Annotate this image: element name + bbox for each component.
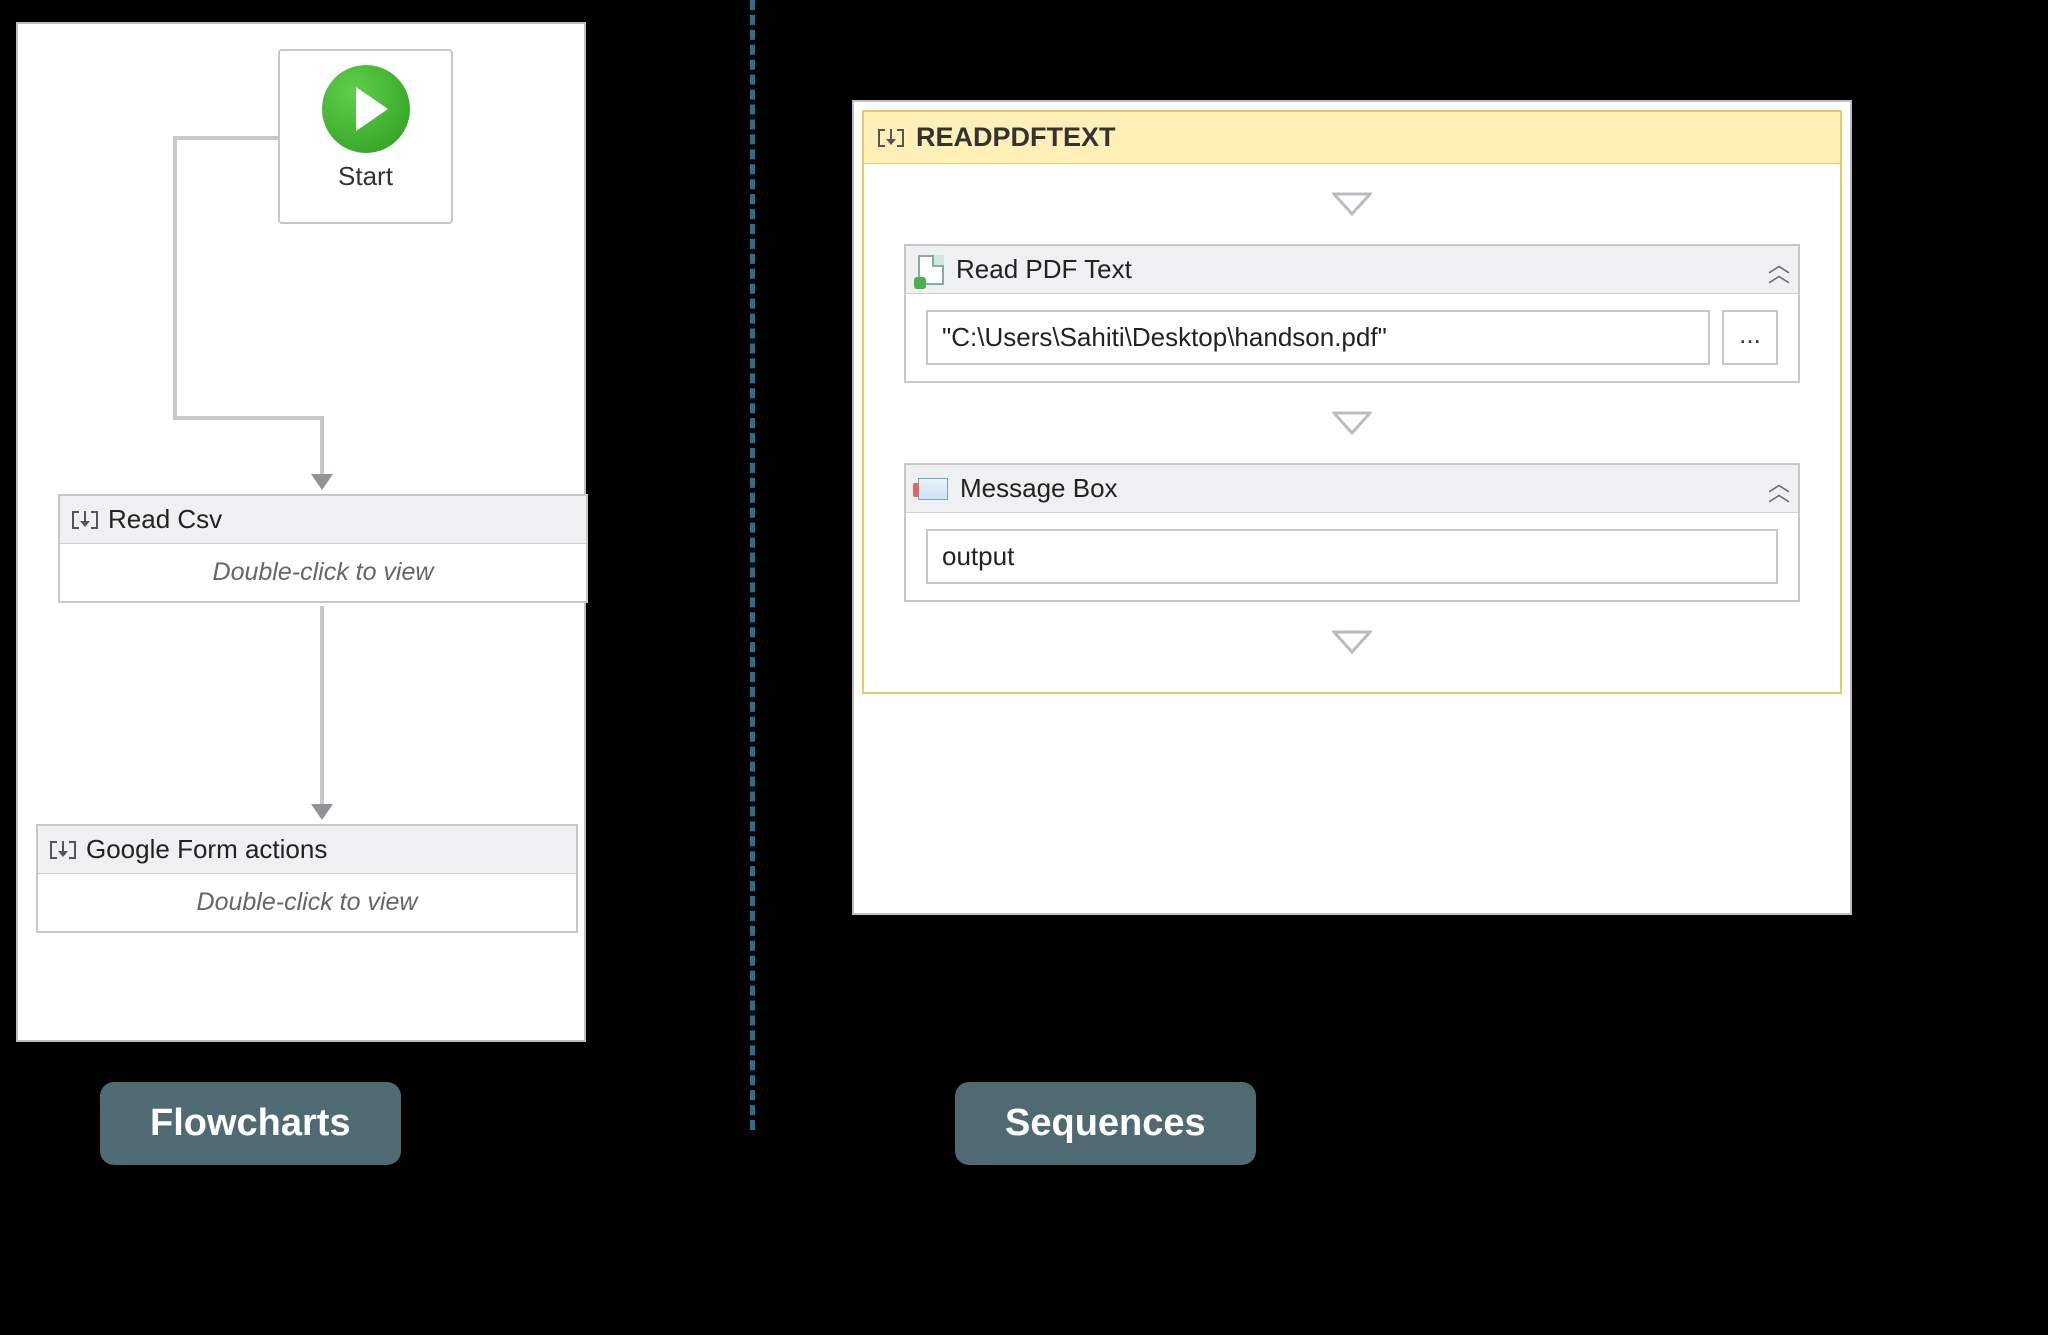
- message-input[interactable]: output: [926, 529, 1778, 584]
- activity-title: Read Csv: [108, 504, 222, 535]
- sequence-icon: [878, 125, 904, 151]
- activity-header: Message Box ︿︿: [906, 465, 1798, 513]
- connector: [320, 416, 324, 476]
- arrowhead-icon: [311, 804, 333, 820]
- sequence-title: READPDFTEXT: [916, 122, 1116, 153]
- vertical-divider: [750, 0, 755, 1130]
- activity-body: "C:\Users\Sahiti\Desktop\handson.pdf" ..…: [906, 294, 1798, 381]
- connector: [173, 416, 320, 420]
- connector: [173, 136, 278, 140]
- start-label: Start: [280, 161, 451, 192]
- activity-title: Google Form actions: [86, 834, 327, 865]
- browse-button[interactable]: ...: [1722, 310, 1778, 365]
- document-icon: [918, 255, 944, 285]
- label-sequences: Sequences: [955, 1082, 1256, 1165]
- play-icon: [322, 65, 410, 153]
- sequence-icon: [50, 837, 76, 863]
- start-node[interactable]: Start: [278, 49, 453, 224]
- activity-hint: Double-click to view: [38, 874, 576, 931]
- label-flowcharts: Flowcharts: [100, 1082, 401, 1165]
- collapse-icon[interactable]: ︿︿: [1768, 479, 1786, 499]
- activity-read-csv[interactable]: Read Csv Double-click to view: [58, 494, 588, 603]
- activity-message-box[interactable]: Message Box ︿︿ output: [904, 463, 1800, 602]
- flowchart-panel: Start Read Csv Double-click to view Goog…: [16, 22, 586, 1042]
- sequence-panel: READPDFTEXT Read PDF Text ︿︿ "C:\Users\S…: [852, 100, 1852, 915]
- activity-header: Google Form actions: [38, 826, 576, 874]
- spacer: [864, 682, 1840, 692]
- collapse-icon[interactable]: ︿︿: [1768, 260, 1786, 280]
- activity-google-form[interactable]: Google Form actions Double-click to view: [36, 824, 578, 933]
- activity-header: Read PDF Text ︿︿: [906, 246, 1798, 294]
- file-path-input[interactable]: "C:\Users\Sahiti\Desktop\handson.pdf": [926, 310, 1710, 365]
- activity-header: Read Csv: [60, 496, 586, 544]
- connector: [173, 136, 177, 416]
- drop-indicator-icon[interactable]: [1332, 630, 1372, 654]
- activity-body: output: [906, 513, 1798, 600]
- activity-read-pdf-text[interactable]: Read PDF Text ︿︿ "C:\Users\Sahiti\Deskto…: [904, 244, 1800, 383]
- sequence-icon: [72, 507, 98, 533]
- drop-indicator-icon[interactable]: [1332, 192, 1372, 216]
- sequence-title-bar: READPDFTEXT: [864, 112, 1840, 164]
- arrowhead-icon: [311, 474, 333, 490]
- activity-hint: Double-click to view: [60, 544, 586, 601]
- drop-indicator-icon[interactable]: [1332, 411, 1372, 435]
- sequence-container[interactable]: READPDFTEXT Read PDF Text ︿︿ "C:\Users\S…: [862, 110, 1842, 694]
- connector: [320, 606, 324, 806]
- activity-title: Read PDF Text: [956, 254, 1132, 285]
- messagebox-icon: [918, 478, 948, 500]
- activity-title: Message Box: [960, 473, 1118, 504]
